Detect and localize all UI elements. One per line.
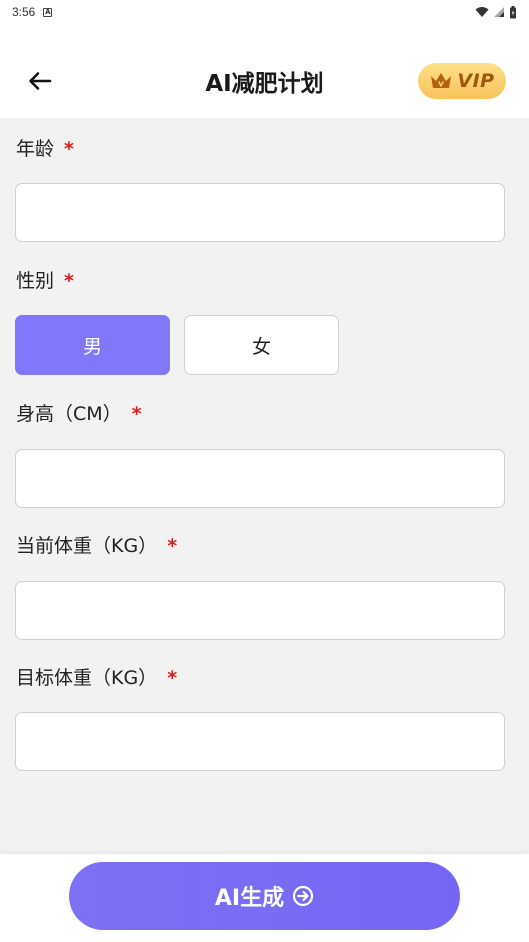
bottom-bar: AI生成 (0, 854, 529, 942)
current-weight-label: 当前体重（KG） * (16, 531, 177, 558)
vip-button[interactable]: VIP (418, 63, 506, 99)
crown-icon (431, 73, 452, 88)
notification-icon: A (43, 7, 53, 17)
arrow-right-circle-icon (293, 885, 314, 907)
ai-generate-button[interactable]: AI生成 (69, 862, 460, 930)
gender-label-text: 性别 (16, 270, 55, 292)
vip-label: VIP (457, 70, 495, 92)
current-weight-required-mark: * (167, 535, 178, 557)
height-required-mark: * (131, 403, 142, 425)
gender-option-male[interactable]: 男 (15, 315, 170, 375)
height-input[interactable] (15, 449, 505, 508)
age-label: 年龄 * (16, 134, 74, 161)
status-bar: 3:56 A (0, 0, 529, 24)
ai-generate-label: AI生成 (214, 886, 285, 911)
gender-label: 性别 * (16, 266, 74, 293)
target-weight-required-mark: * (167, 667, 178, 689)
status-icons (475, 5, 517, 19)
age-required-mark: * (64, 138, 74, 160)
age-input[interactable] (15, 183, 505, 242)
wifi-icon (475, 7, 489, 17)
target-weight-label: 目标体重（KG） * (16, 663, 177, 690)
target-weight-input[interactable] (15, 712, 505, 771)
top-bar: AI减肥计划 VIP (0, 24, 529, 118)
gender-required-mark: * (64, 270, 74, 292)
height-label: 身高（CM） * (16, 399, 142, 426)
battery-icon (510, 5, 516, 18)
age-label-text: 年龄 (16, 138, 55, 160)
status-time: 3:56 (12, 5, 36, 19)
current-weight-input[interactable] (15, 581, 505, 640)
target-weight-label-text: 目标体重（KG） (16, 667, 158, 689)
gender-option-female[interactable]: 女 (184, 315, 339, 375)
current-weight-label-text: 当前体重（KG） (16, 535, 158, 557)
height-label-text: 身高（CM） (16, 403, 122, 425)
gender-selector: 男 女 (0, 315, 529, 375)
signal-icon (494, 7, 504, 17)
